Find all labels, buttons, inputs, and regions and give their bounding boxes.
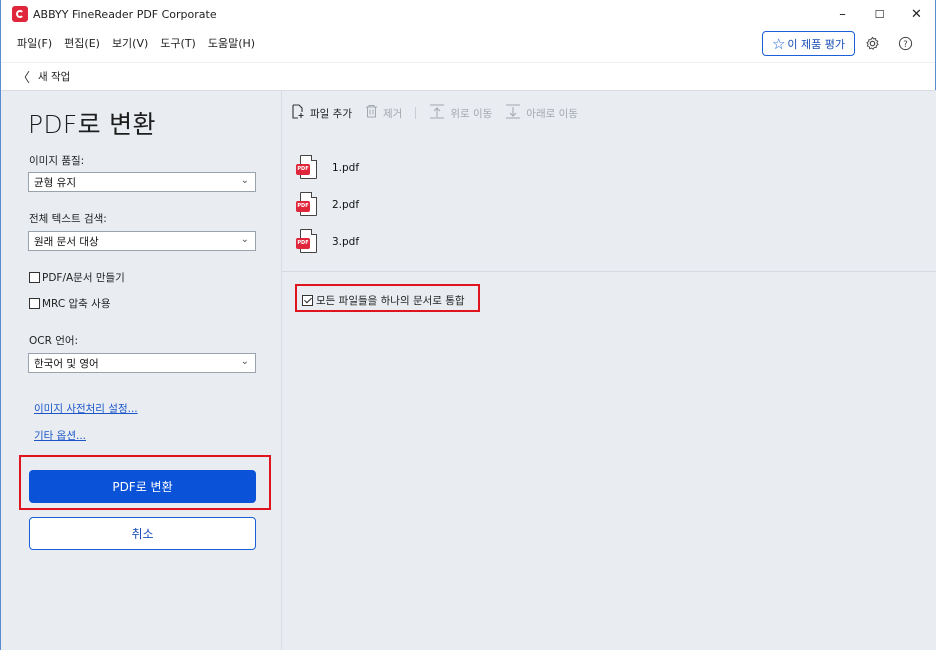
mrc-option[interactable]: MRC 압축 사용 [29, 296, 110, 311]
image-quality-select[interactable]: 균형 유지 ⌄ [28, 172, 256, 192]
move-down-button[interactable]: 아래로 이동 [505, 104, 578, 123]
rate-product-button[interactable]: ☆ 이 제품 평가 [762, 31, 855, 56]
ocr-language-label: OCR 언어: [29, 335, 79, 347]
merge-files-label: 모든 파일들을 하나의 문서로 통합 [316, 295, 465, 307]
app-window: ABBYY FineReader PDF Corporate – ☐ ✕ 파일(… [0, 0, 936, 650]
move-down-icon [505, 104, 521, 123]
remove-button[interactable]: 제거 [365, 104, 402, 122]
rate-product-label: 이 제품 평가 [787, 37, 846, 51]
file-name: 3.pdf [332, 235, 360, 248]
convert-to-pdf-button[interactable]: PDF로 변환 [29, 470, 256, 503]
merge-files-checkbox[interactable] [302, 295, 313, 306]
gear-icon[interactable] [862, 33, 882, 53]
move-up-icon [429, 104, 445, 123]
other-options-link[interactable]: 기타 옵션... [34, 428, 86, 443]
remove-label: 제거 [382, 107, 403, 120]
file-list-item[interactable]: PDF 3.pdf [296, 223, 359, 260]
move-up-button[interactable]: 위로 이동 [429, 104, 492, 123]
toolbar-divider [415, 107, 417, 119]
add-file-icon [291, 103, 305, 123]
app-logo-icon [12, 6, 28, 22]
menu-help[interactable]: 도움말(H) [208, 35, 255, 51]
minimize-button[interactable]: – [824, 0, 861, 28]
mrc-label: MRC 압축 사용 [42, 298, 111, 310]
trash-icon [365, 104, 378, 122]
pdfa-checkbox[interactable] [29, 272, 40, 283]
task-nav: 〈 새 작업 [1, 62, 935, 90]
file-toolbar: 파일 추가 제거 위로 이동 아래로 이동 [291, 103, 591, 123]
pdfa-option[interactable]: PDF/A문서 만들기 [29, 270, 125, 285]
ocr-language-select[interactable]: 한국어 및 영어 ⌄ [28, 353, 256, 373]
add-file-label: 파일 추가 [310, 107, 352, 120]
close-button[interactable]: ✕ [898, 0, 935, 28]
chevron-down-icon: ⌄ [240, 356, 249, 367]
pdfa-label: PDF/A문서 만들기 [42, 272, 125, 284]
chevron-down-icon: ⌄ [240, 234, 249, 245]
merge-files-option[interactable]: 모든 파일들을 하나의 문서로 통합 [302, 293, 465, 308]
file-name: 1.pdf [332, 161, 360, 174]
star-icon: ☆ [771, 34, 786, 53]
add-file-button[interactable]: 파일 추가 [291, 103, 352, 123]
settings-panel: PDF로 변환 이미지 품질: 균형 유지 ⌄ 전체 텍스트 검색: 원래 문서… [1, 90, 282, 650]
window-title: ABBYY FineReader PDF Corporate [33, 7, 217, 21]
panel-divider [282, 271, 936, 272]
move-down-label: 아래로 이동 [526, 107, 578, 120]
svg-text:?: ? [903, 38, 907, 48]
fulltext-search-label: 전체 텍스트 검색: [29, 213, 107, 225]
help-icon[interactable]: ? [895, 33, 915, 53]
file-name: 2.pdf [332, 198, 360, 211]
file-list-item[interactable]: PDF 2.pdf [296, 186, 359, 223]
menu-edit[interactable]: 편집(E) [64, 35, 100, 51]
chevron-down-icon: ⌄ [240, 175, 249, 186]
pdf-file-icon: PDF [296, 191, 318, 218]
back-chevron-icon[interactable]: 〈 [17, 67, 30, 86]
pdf-file-icon: PDF [296, 228, 318, 255]
file-list-item[interactable]: PDF 1.pdf [296, 149, 359, 186]
move-up-label: 위로 이동 [450, 107, 493, 120]
file-list: PDF 1.pdf PDF 2.pdf PDF 3.pdf [296, 149, 359, 260]
window-controls: – ☐ ✕ [824, 0, 935, 28]
preprocess-settings-link[interactable]: 이미지 사전처리 설정... [34, 401, 138, 416]
title-bar: ABBYY FineReader PDF Corporate – ☐ ✕ [1, 0, 935, 28]
menu-view[interactable]: 보기(V) [112, 35, 148, 51]
mrc-checkbox[interactable] [29, 298, 40, 309]
cancel-button[interactable]: 취소 [29, 517, 256, 550]
maximize-button[interactable]: ☐ [861, 0, 898, 28]
back-new-task-link[interactable]: 새 작업 [38, 69, 70, 84]
menu-file[interactable]: 파일(F) [17, 35, 52, 51]
fulltext-search-select[interactable]: 원래 문서 대상 ⌄ [28, 231, 256, 251]
ocr-language-value: 한국어 및 영어 [34, 357, 99, 370]
pdf-file-icon: PDF [296, 154, 318, 181]
file-panel: 파일 추가 제거 위로 이동 아래로 이동 PDF 1.pdf PDF 2.pd… [282, 90, 936, 650]
image-quality-label: 이미지 품질: [29, 155, 85, 167]
menu-tools[interactable]: 도구(T) [160, 35, 196, 51]
fulltext-search-value: 원래 문서 대상 [34, 235, 99, 248]
image-quality-value: 균형 유지 [34, 176, 76, 189]
page-title: PDF로 변환 [28, 110, 156, 139]
